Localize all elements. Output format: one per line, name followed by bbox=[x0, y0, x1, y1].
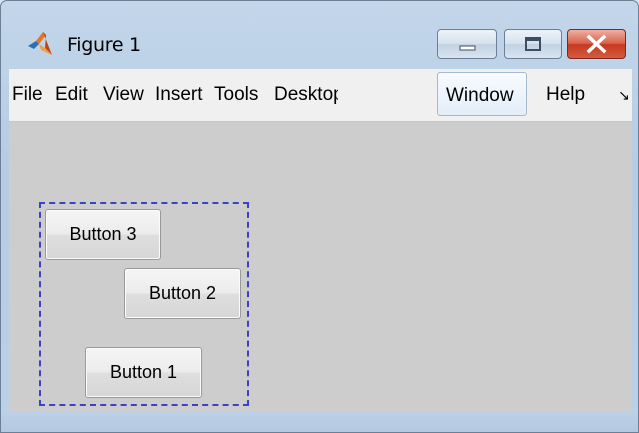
minimize-icon bbox=[459, 45, 476, 51]
close-icon bbox=[586, 34, 607, 54]
menu-view[interactable]: View bbox=[103, 83, 149, 107]
button-3[interactable]: Button 3 bbox=[45, 209, 161, 260]
close-button[interactable] bbox=[567, 29, 626, 59]
button-2[interactable]: Button 2 bbox=[124, 268, 241, 319]
figure-window: Figure 1 File Edit View Insert Tools Des… bbox=[0, 0, 639, 433]
maximize-button[interactable] bbox=[504, 29, 562, 59]
menu-insert[interactable]: Insert bbox=[155, 83, 207, 107]
menu-desktop[interactable]: Desktop bbox=[274, 83, 338, 107]
menu-edit[interactable]: Edit bbox=[55, 83, 95, 107]
window-title: Figure 1 bbox=[67, 34, 141, 56]
menu-tools[interactable]: Tools bbox=[214, 83, 267, 107]
menu-bar: File Edit View Insert Tools Desktop Wind… bbox=[9, 69, 632, 122]
matlab-logo-icon bbox=[28, 32, 52, 55]
chevron-overflow-icon[interactable]: ↘ bbox=[618, 87, 630, 104]
figure-canvas[interactable]: Button 3 Button 2 Button 1 bbox=[9, 122, 632, 412]
window-bottom-border bbox=[1, 412, 638, 432]
menu-window[interactable]: Window bbox=[437, 72, 527, 116]
menu-file[interactable]: File bbox=[12, 83, 48, 107]
maximize-icon bbox=[525, 37, 541, 51]
button-1[interactable]: Button 1 bbox=[85, 347, 202, 398]
minimize-button[interactable] bbox=[437, 29, 497, 59]
title-bar[interactable]: Figure 1 bbox=[1, 1, 638, 68]
menu-help[interactable]: Help bbox=[546, 83, 590, 107]
